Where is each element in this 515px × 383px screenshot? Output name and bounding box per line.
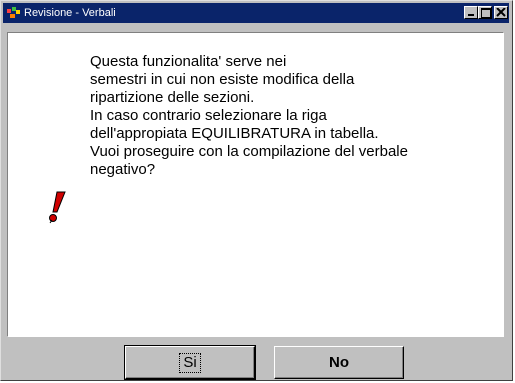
message-line: negativo? <box>90 161 156 178</box>
message-text: Questa funzionalita' serve nei semestri … <box>90 53 500 179</box>
message-line: dell'appropiata EQUILIBRATURA in tabella… <box>90 125 379 142</box>
yes-button[interactable]: Si <box>124 345 256 380</box>
yes-button-label: Si <box>179 353 201 373</box>
message-line: semestri in cui non esiste modifica dell… <box>90 71 355 88</box>
title-bar[interactable]: Revisione - Verbali <box>3 3 509 23</box>
close-icon <box>496 7 506 17</box>
message-line: Questa funzionalita' serve nei <box>90 53 287 70</box>
no-button[interactable]: No <box>274 346 404 379</box>
message-line: In caso contrario selezionare la riga <box>90 107 327 124</box>
dialog-window: Revisione - Verbali Questa funzionalita'… <box>0 0 513 381</box>
app-icon <box>7 7 20 18</box>
minimize-icon <box>468 14 474 16</box>
minimize-button[interactable] <box>464 6 478 19</box>
message-panel: Questa funzionalita' serve nei semestri … <box>7 32 504 337</box>
message-line: ripartizione delle sezioni. <box>90 89 255 106</box>
maximize-icon <box>481 8 491 18</box>
exclamation-icon <box>49 191 66 224</box>
message-line: Vuoi proseguire con la compilazione del … <box>90 143 408 160</box>
no-button-label: No <box>329 354 349 371</box>
close-button[interactable] <box>494 6 508 19</box>
maximize-button[interactable] <box>478 6 492 19</box>
window-title: Revisione - Verbali <box>24 7 116 19</box>
